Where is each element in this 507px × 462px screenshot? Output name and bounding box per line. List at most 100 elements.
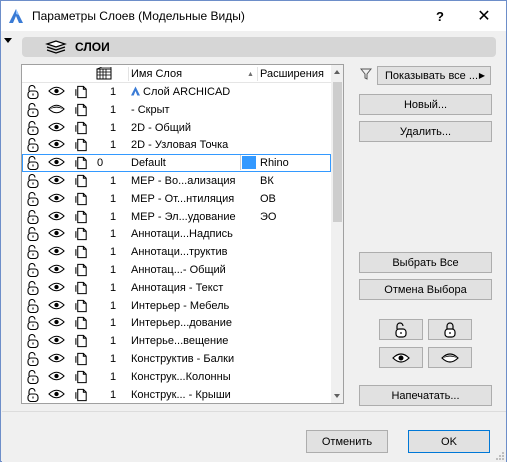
- wireframe-icon[interactable]: [74, 210, 90, 224]
- intersection-group-number[interactable]: 1: [110, 246, 116, 258]
- wireframe-icon[interactable]: [74, 299, 90, 313]
- intersection-group-number[interactable]: 1: [110, 353, 116, 365]
- layer-extension[interactable]: ОВ: [260, 193, 276, 205]
- wireframe-icon[interactable]: [74, 334, 90, 348]
- cancel-button[interactable]: Отменить: [306, 430, 388, 453]
- wireframe-icon[interactable]: [74, 352, 90, 366]
- intersection-group-number[interactable]: 1: [110, 282, 116, 294]
- collapse-arrow-icon[interactable]: [4, 38, 12, 43]
- layer-name[interactable]: Конструктив - Балки: [131, 353, 234, 365]
- resize-grip-icon[interactable]: [495, 451, 505, 461]
- wireframe-icon[interactable]: [74, 263, 90, 277]
- table-row[interactable]: 1 Аннотаци...труктив: [22, 243, 331, 261]
- intersection-group-number[interactable]: 1: [110, 104, 116, 116]
- layer-name[interactable]: Конструк...Колонны: [131, 371, 231, 383]
- wireframe-icon[interactable]: [74, 192, 90, 206]
- delete-layer-button[interactable]: Удалить...: [359, 121, 492, 142]
- layer-name[interactable]: 2D - Общий: [131, 122, 191, 134]
- intersection-group-number[interactable]: 1: [110, 139, 116, 151]
- vertical-scrollbar[interactable]: [331, 65, 343, 403]
- wireframe-icon[interactable]: [74, 138, 90, 152]
- intersection-group-icon[interactable]: [96, 67, 112, 80]
- eye-icon[interactable]: [48, 210, 65, 224]
- eye-icon[interactable]: [48, 316, 65, 330]
- wireframe-icon[interactable]: [74, 316, 90, 330]
- table-row[interactable]: 1 Конструк...Колонны: [22, 368, 331, 386]
- layer-name[interactable]: Аннотац...- Общий: [131, 264, 226, 276]
- table-row[interactable]: 1 Интерье...вещение: [22, 332, 331, 350]
- column-header-extensions[interactable]: Расширения: [260, 68, 324, 80]
- layer-name[interactable]: Аннотаци...труктив: [131, 246, 228, 258]
- eye-icon[interactable]: [48, 174, 65, 188]
- deselect-button[interactable]: Отмена Выбора: [359, 279, 492, 300]
- wireframe-icon[interactable]: [74, 156, 90, 170]
- eye-icon[interactable]: [48, 192, 65, 206]
- wireframe-icon[interactable]: [74, 85, 90, 99]
- eye-closed-icon[interactable]: [48, 103, 65, 117]
- layer-extension[interactable]: Rhino: [260, 157, 289, 169]
- layer-name[interactable]: МЕР - Эл...удование: [131, 211, 236, 223]
- unlock-icon[interactable]: [25, 102, 41, 117]
- wireframe-icon[interactable]: [74, 370, 90, 384]
- layer-extension[interactable]: ЭО: [260, 211, 276, 223]
- unlock-icon[interactable]: [25, 351, 41, 367]
- layer-name[interactable]: МЕР - От...нтиляция: [131, 193, 234, 205]
- print-button[interactable]: Напечатать...: [359, 385, 492, 406]
- eye-icon[interactable]: [48, 227, 65, 241]
- layer-name[interactable]: Интерье...вещение: [131, 335, 228, 347]
- unlock-icon[interactable]: [25, 174, 41, 189]
- table-row[interactable]: 1 Аннотаци...Надпись: [22, 225, 331, 243]
- table-row[interactable]: 1 МЕР - Эл...удование ЭО: [22, 208, 331, 226]
- wireframe-icon[interactable]: [74, 174, 90, 188]
- unlock-icon[interactable]: [25, 334, 41, 349]
- intersection-group-number[interactable]: 1: [110, 264, 116, 276]
- layer-extension[interactable]: ВК: [260, 175, 274, 187]
- unlock-icon[interactable]: [25, 120, 41, 135]
- unlock-icon[interactable]: [25, 280, 41, 295]
- unlock-icon[interactable]: [25, 191, 41, 206]
- unlock-icon[interactable]: [25, 387, 41, 402]
- layer-name[interactable]: Аннотаци...Надпись: [131, 228, 233, 240]
- hide-selected-button[interactable]: [428, 347, 472, 368]
- scroll-thumb[interactable]: [333, 82, 342, 222]
- show-selected-button[interactable]: [379, 347, 423, 368]
- select-all-button[interactable]: Выбрать Все: [359, 252, 492, 273]
- new-layer-button[interactable]: Новый...: [359, 94, 492, 115]
- intersection-group-number[interactable]: 1: [110, 86, 116, 98]
- column-divider[interactable]: [257, 67, 258, 81]
- unlock-icon[interactable]: [25, 316, 41, 331]
- eye-icon[interactable]: [48, 156, 65, 170]
- eye-icon[interactable]: [48, 85, 65, 99]
- intersection-group-number[interactable]: 1: [110, 335, 116, 347]
- eye-icon[interactable]: [48, 388, 65, 402]
- eye-icon[interactable]: [48, 138, 65, 152]
- unlock-icon[interactable]: [25, 156, 41, 171]
- eye-icon[interactable]: [48, 263, 65, 277]
- unlock-icon[interactable]: [25, 298, 41, 313]
- table-row[interactable]: 1 2D - Узловая Точка: [22, 136, 331, 154]
- layer-name[interactable]: Интерьер...дование: [131, 317, 232, 329]
- table-row[interactable]: 0 Default Rhino: [22, 154, 331, 172]
- layer-name[interactable]: - Скрыт: [131, 104, 170, 116]
- column-header-name[interactable]: Имя Слоя: [131, 68, 182, 80]
- eye-icon[interactable]: [48, 121, 65, 135]
- eye-icon[interactable]: [48, 352, 65, 366]
- intersection-group-number[interactable]: 1: [110, 300, 116, 312]
- column-divider[interactable]: [128, 67, 129, 81]
- intersection-group-number[interactable]: 1: [110, 175, 116, 187]
- unlock-icon[interactable]: [25, 85, 41, 100]
- eye-icon[interactable]: [48, 334, 65, 348]
- wireframe-icon[interactable]: [74, 227, 90, 241]
- unlock-icon[interactable]: [25, 262, 41, 278]
- eye-icon[interactable]: [48, 281, 65, 295]
- unlock-icon[interactable]: [25, 209, 41, 224]
- table-row[interactable]: 1 Интерьер...дование: [22, 314, 331, 332]
- help-button[interactable]: ?: [418, 1, 462, 31]
- lock-selected-button[interactable]: [428, 319, 472, 340]
- wireframe-icon[interactable]: [74, 121, 90, 135]
- intersection-group-number[interactable]: 1: [110, 211, 116, 223]
- unlock-icon[interactable]: [25, 138, 41, 153]
- intersection-group-number[interactable]: 1: [110, 317, 116, 329]
- layer-name[interactable]: 2D - Узловая Точка: [131, 139, 228, 151]
- layer-name[interactable]: Конструк... - Крыши: [131, 389, 231, 401]
